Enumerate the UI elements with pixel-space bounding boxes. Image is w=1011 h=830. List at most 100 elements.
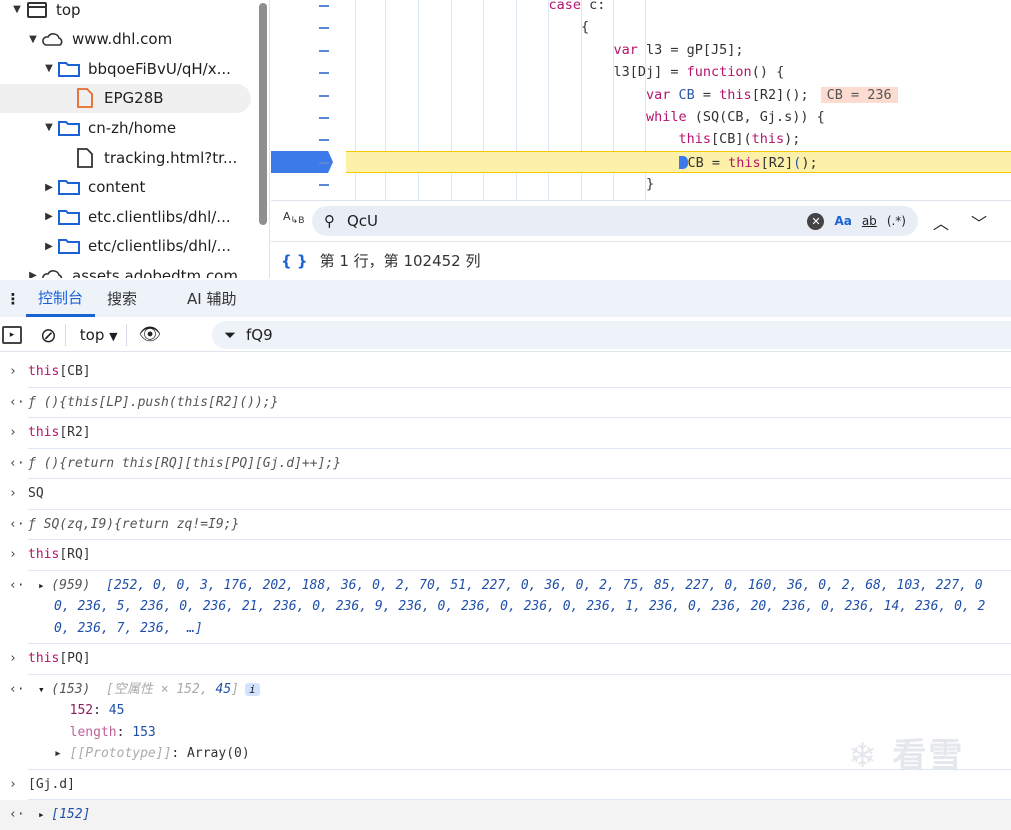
tree-item-label: tracking.html?tr... <box>104 148 238 167</box>
console-token: this <box>28 364 60 379</box>
source-editor[interactable]: case c:{var l3 = gP[J5]; l3[Dj] = functio… <box>271 0 1011 200</box>
tree-item[interactable]: ▶ assets.adobedtm.com <box>26 261 238 278</box>
pretty-print-icon[interactable]: { } <box>281 252 308 270</box>
collapsed-triangle-icon[interactable]: ▶ <box>26 270 40 278</box>
clear-console-icon[interactable]: ⊘ <box>40 323 57 347</box>
regex-button[interactable]: (.*) <box>887 214 906 228</box>
console-line: ▾ (153) [空属性 × 152, 45] i <box>38 680 260 699</box>
more-menu-icon[interactable]: ⋮ <box>0 290 26 308</box>
tree-item[interactable]: ▼ cn-zh/home <box>42 113 176 142</box>
tab-console[interactable]: 控制台 <box>26 280 96 317</box>
cursor-position: 第 1 行，第 102452 列 <box>319 252 481 270</box>
code-token: var <box>646 86 671 103</box>
console-token: [CB] <box>59 364 91 379</box>
dropdown-icon: ▼ <box>109 329 118 343</box>
file-icon <box>72 147 98 168</box>
console-line: [Gj.d] <box>28 775 75 794</box>
code-line: l3[Dj] = function() { <box>271 61 1011 83</box>
match-case-button[interactable]: Aa <box>834 214 851 228</box>
tree-item[interactable]: tracking.html?tr... <box>58 143 237 172</box>
console-result-row[interactable]: ‹· ▸ [152] <box>0 800 1011 830</box>
console-result-row[interactable]: ‹· ƒ (){this[LP].push(this[R2]());} <box>0 388 1011 418</box>
clear-search-icon[interactable]: ✕ <box>807 212 825 230</box>
search-input[interactable]: QcU <box>347 212 378 230</box>
tab-search[interactable]: 搜索 <box>95 280 149 317</box>
code-token: ); <box>801 154 818 171</box>
replace-toggle-icon[interactable]: A↳B <box>283 210 305 226</box>
live-expression-eye-icon[interactable]: 👁 <box>139 324 162 345</box>
whole-word-button[interactable]: ab <box>862 214 877 228</box>
console-input-row[interactable]: › this[RQ] <box>0 540 1011 570</box>
divider <box>125 323 127 346</box>
folder-icon <box>56 209 82 225</box>
execution-marker-icon <box>678 156 688 170</box>
console-line: length: 153 <box>54 723 156 742</box>
sidebar-toggle-icon[interactable]: ▸ <box>2 325 22 344</box>
console-token: 0, 236, 5, 236, 0, 236, 21, 236, 0, 236,… <box>54 599 986 614</box>
filter-field[interactable]: ⏷ fQ9 <box>212 321 1011 349</box>
console-line: ƒ (){this[LP].push(this[R2]());} <box>28 393 278 412</box>
console-token: this <box>28 425 60 440</box>
paused-code-line: CB = this[R2](); <box>346 150 1011 173</box>
expanded-triangle-icon[interactable]: ▼ <box>42 122 56 133</box>
console-token: 153 <box>132 724 156 740</box>
console-token: ▸ <box>54 746 70 761</box>
console-token: ƒ <box>28 455 44 471</box>
console-token: : <box>93 703 109 718</box>
console-input-row[interactable]: › this[CB] <box>0 357 1011 387</box>
code-token: function <box>686 64 752 81</box>
next-match-icon[interactable]: ﹀ <box>971 210 987 234</box>
collapsed-triangle-icon[interactable]: ▸ <box>38 579 51 592</box>
tree-item[interactable]: ▼ bbqoeFiBvU/qH/x... <box>42 54 231 83</box>
tree-item[interactable]: EPG28B <box>0 83 251 113</box>
code-token: (SQ(CB, Gj.s)) { <box>686 109 825 125</box>
console-result-row[interactable]: ‹· ▸ (959) [252, 0, 0, 3, 176, 202, 188, … <box>0 571 1011 644</box>
tab-ai-assist[interactable]: AI 辅助 <box>175 280 248 317</box>
result-arrow-icon: ‹· <box>9 681 25 697</box>
tree-item[interactable]: ▶ etc/clientlibs/dhl/... <box>42 232 231 261</box>
console-token: 0, 236, 7, 236, …] <box>54 620 203 636</box>
tree-scrollbar[interactable] <box>259 3 267 225</box>
console-line: 0, 236, 5, 236, 0, 236, 21, 236, 0, 236,… <box>54 597 985 616</box>
status-bar: { } 第 1 行，第 102452 列 <box>271 243 1011 278</box>
console-input-row[interactable]: › SQ <box>0 479 1011 509</box>
console-line: this[RQ] <box>28 545 91 564</box>
result-arrow-icon: ‹· <box>9 394 25 410</box>
console-input-row[interactable]: › this[PQ] <box>0 644 1011 674</box>
collapsed-triangle-icon[interactable]: ▶ <box>42 211 56 222</box>
result-arrow-icon: ‹· <box>9 516 25 532</box>
context-selector[interactable]: top ▼ <box>80 326 118 344</box>
info-badge[interactable]: i <box>244 682 260 696</box>
result-arrow-icon: ‹· <box>9 577 25 593</box>
tree-item-label: etc.clientlibs/dhl/... <box>88 207 231 226</box>
file-icon-orange <box>72 88 98 109</box>
code-token: = <box>694 86 720 103</box>
console-line: SQ <box>28 484 44 503</box>
code-token: this <box>751 131 785 148</box>
tree-item[interactable]: ▶ etc.clientlibs/dhl/... <box>42 202 231 231</box>
tree-item-label: www.dhl.com <box>72 30 173 49</box>
tree-item[interactable]: ▼ www.dhl.com <box>26 25 172 54</box>
expanded-triangle-icon[interactable]: ▼ <box>26 34 40 45</box>
console-result-row[interactable]: ‹· ƒ (){return this[RQ][this[PQ][Gj.d]++]… <box>0 449 1011 479</box>
expanded-triangle-icon[interactable]: ▼ <box>10 4 24 15</box>
console-result-row[interactable]: ‹· ƒ SQ(zq,I9){return zq!=I9;} <box>0 510 1011 540</box>
collapsed-triangle-icon[interactable]: ▸ <box>38 808 51 821</box>
console-line: 152: 45 <box>54 701 125 720</box>
filter-input[interactable]: fQ9 <box>246 326 273 344</box>
collapsed-triangle-icon[interactable]: ▶ <box>42 241 56 252</box>
console-token: ] <box>231 681 239 697</box>
filter-icon: ⏷ <box>224 326 237 344</box>
tree-item[interactable]: ▼ top <box>10 0 80 24</box>
search-field[interactable]: ⚲ QcU ✕ Aa ab (.*) <box>312 206 918 236</box>
collapsed-triangle-icon[interactable]: ▶ <box>42 182 56 193</box>
previous-match-icon[interactable]: ︿ <box>933 210 949 234</box>
expanded-triangle-icon[interactable]: ▾ <box>38 683 51 696</box>
folder-icon <box>56 61 82 77</box>
tree-item[interactable]: ▶ content <box>42 173 145 202</box>
expanded-triangle-icon[interactable]: ▼ <box>42 63 56 74</box>
console-token: [Gj.d] <box>28 776 75 792</box>
console-input-row[interactable]: › this[R2] <box>0 418 1011 448</box>
code-token: [R2](); <box>751 86 809 103</box>
code-token: { <box>581 19 590 36</box>
